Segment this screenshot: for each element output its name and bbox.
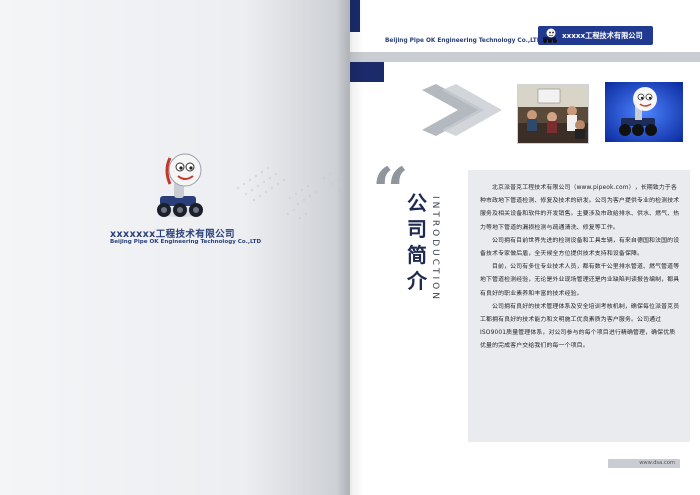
header-english-name: Beijing Pipe OK Engineering Technology C… [385, 38, 542, 44]
chevron-arrow-icon [422, 84, 502, 136]
header-gray-band [350, 52, 700, 62]
section-title-char: 公 [407, 191, 427, 215]
spine-shadow [336, 0, 364, 495]
section-subtitle: INTRODUCTION [430, 196, 440, 302]
brand-english-name: Beijing Pipe OK Engineering Technology C… [110, 239, 262, 245]
brochure-spread: xxxxxxx工程技术有限公司 Beijing Pipe OK Engineer… [0, 0, 700, 495]
robot-showcase-image [605, 82, 683, 142]
brand-name: xxxxxxx工程技术有限公司 [110, 229, 235, 240]
footer-url: www.dsa.com [639, 460, 675, 466]
left-page: xxxxxxx工程技术有限公司 Beijing Pipe OK Engineer… [0, 0, 350, 495]
robot-mascot-icon [157, 153, 203, 217]
meeting-photo [517, 84, 589, 144]
section-title-char: 介 [407, 269, 427, 293]
intro-paragraph: 公司拥有良好的技术管理体系及安全培训考核机制，确保每位派普克员工都拥有良好的技术… [480, 303, 680, 350]
section-title-char: 简 [407, 243, 427, 267]
intro-paragraph: 公司拥有目前世界先进的检测设备和工具车辆，有来自德国和法国的设备技术专家做后盾，… [480, 237, 680, 258]
intro-paragraph: 目前，公司有多位专业技术人员，都有数千公里排水管道、燃气管道等地下管道检测经验，… [480, 264, 680, 297]
header-badge-label: xxxxx工程技术有限公司 [562, 31, 643, 40]
footer-url-bar: www.dsa.com [608, 459, 680, 468]
robot-mascot-icon [543, 28, 557, 43]
intro-text-panel: 北京派普克工程技术有限公司（www.pipeok.com），长期致力于各种市政地… [468, 170, 690, 442]
intro-paragraph: 北京派普克工程技术有限公司（www.pipeok.com），长期致力于各种市政地… [480, 185, 680, 231]
quote-mark-icon: “ [372, 154, 409, 229]
header-badge: xxxxx工程技术有限公司 [538, 26, 653, 45]
section-title-char: 司 [407, 217, 427, 241]
section-title: 公 司 简 介 [405, 190, 429, 294]
right-page: Beijing Pipe OK Engineering Technology C… [350, 0, 700, 495]
